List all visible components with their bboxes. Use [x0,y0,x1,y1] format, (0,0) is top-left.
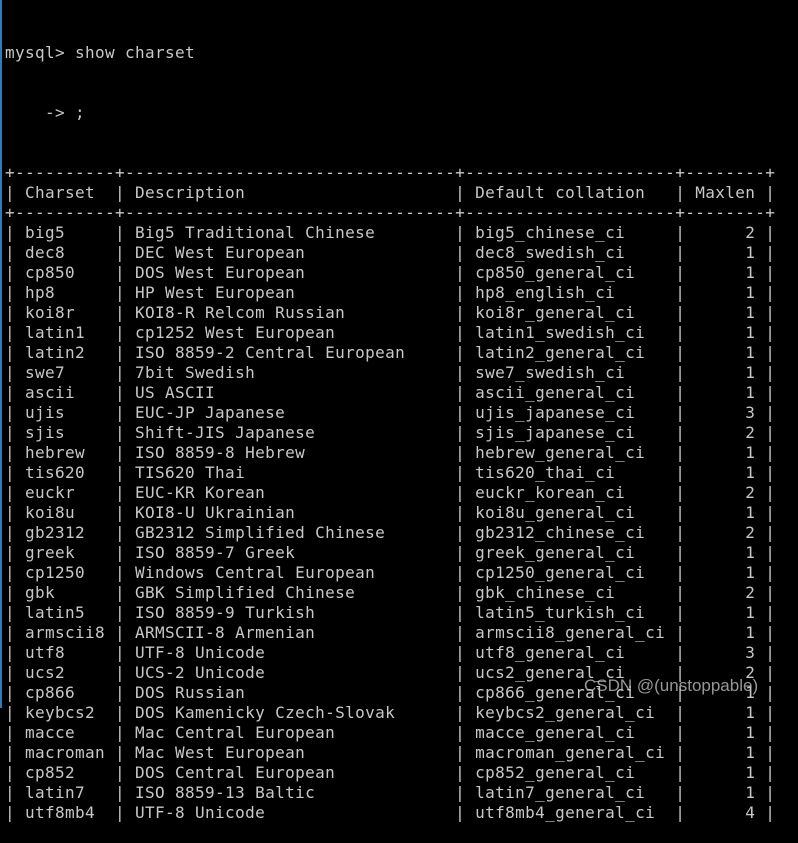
table-row: | cp1250 | Windows Central European | cp… [5,563,776,582]
table-row: | greek | ISO 8859-7 Greek | greek_gener… [5,543,776,562]
table-row: | ujis | EUC-JP Japanese | ujis_japanese… [5,403,776,422]
table-row: | keybcs2 | DOS Kamenicky Czech-Slovak |… [5,703,776,722]
table-row: | latin7 | ISO 8859-13 Baltic | latin7_g… [5,783,776,802]
table-row: | euckr | EUC-KR Korean | euckr_korean_c… [5,483,776,502]
table-row: | latin5 | ISO 8859-9 Turkish | latin5_t… [5,603,776,622]
table-border: +----------+----------------------------… [5,203,776,222]
table-row: | latin2 | ISO 8859-2 Central European |… [5,343,776,362]
table-row: | hebrew | ISO 8859-8 Hebrew | hebrew_ge… [5,443,776,462]
watermark: CSDN @(unstoppable) [584,676,759,695]
table-row: | big5 | Big5 Traditional Chinese | big5… [5,223,776,242]
charset-table: +----------+----------------------------… [5,163,796,823]
table-row: | ascii | US ASCII | ascii_general_ci | … [5,383,776,402]
table-row: | macroman | Mac West European | macroma… [5,743,776,762]
table-row: | koi8u | KOI8-U Ukrainian | koi8u_gener… [5,503,776,522]
table-row: | gbk | GBK Simplified Chinese | gbk_chi… [5,583,776,602]
terminal-window[interactable]: mysql> show charset -> ; +----------+---… [0,0,796,822]
table-row: | utf8 | UTF-8 Unicode | utf8_general_ci… [5,643,776,662]
table-row: | latin1 | cp1252 West European | latin1… [5,323,776,342]
table-row: | hp8 | HP West European | hp8_english_c… [5,283,776,302]
table-row: | koi8r | KOI8-R Relcom Russian | koi8r_… [5,303,776,322]
table-row: | utf8mb4 | UTF-8 Unicode | utf8mb4_gene… [5,803,776,822]
table-header: | Charset | Description | Default collat… [5,183,776,202]
table-row: | dec8 | DEC West European | dec8_swedis… [5,243,776,262]
table-row: | cp850 | DOS West European | cp850_gene… [5,263,776,282]
table-row: | sjis | Shift-JIS Japanese | sjis_japan… [5,423,776,442]
table-row: | gb2312 | GB2312 Simplified Chinese | g… [5,523,776,542]
table-row: | armscii8 | ARMSCII-8 Armenian | armsci… [5,623,776,642]
table-row: | cp852 | DOS Central European | cp852_g… [5,763,776,782]
table-row: | macce | Mac Central European | macce_g… [5,723,776,742]
table-border: +----------+----------------------------… [5,163,776,182]
table-row: | swe7 | 7bit Swedish | swe7_swedish_ci … [5,363,776,382]
table-row: | tis620 | TIS620 Thai | tis620_thai_ci … [5,463,776,482]
prompt-line: mysql> show charset [5,43,196,62]
continuation-line: -> ; [5,103,86,122]
